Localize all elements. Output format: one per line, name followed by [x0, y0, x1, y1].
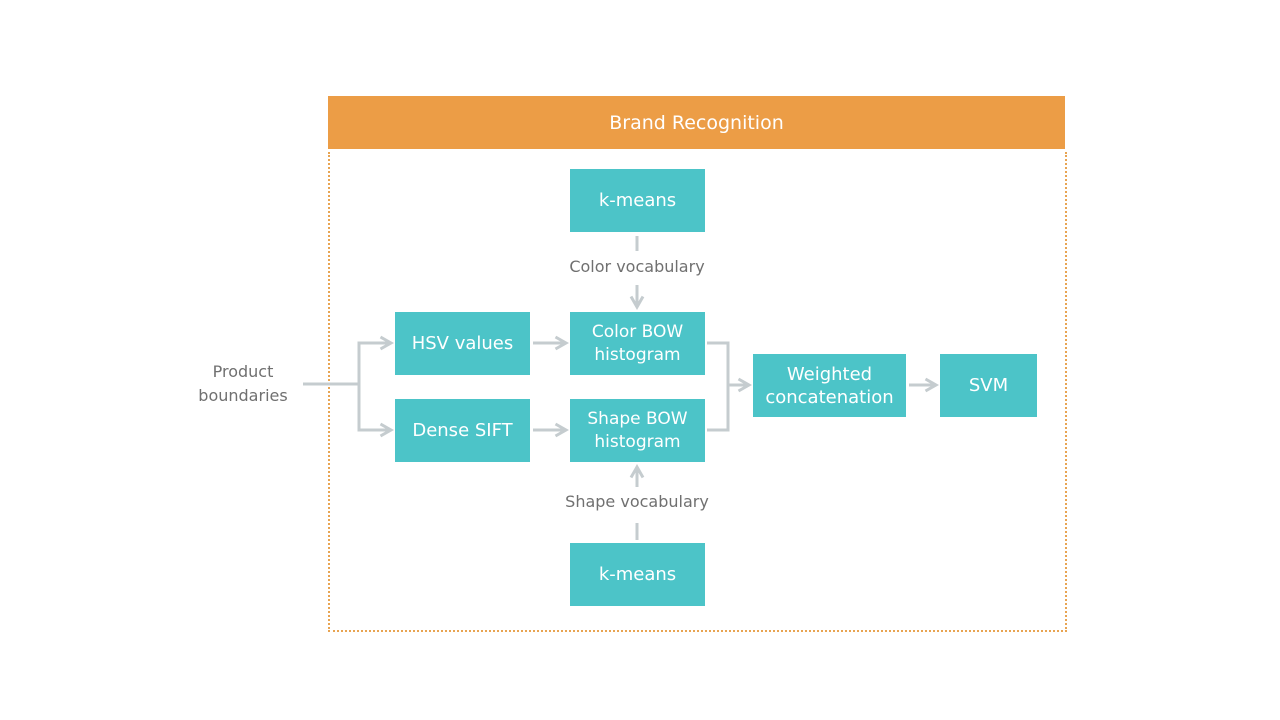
edge-input-to-hsv [357, 335, 395, 384]
svm-box: SVM [940, 354, 1037, 417]
color-vocabulary-label: Color vocabulary [569, 257, 705, 276]
kmeans-bottom-box: k-means [570, 543, 705, 606]
shape-vocabulary-label: Shape vocabulary [565, 492, 709, 511]
hsv-values-box: HSV values [395, 312, 530, 375]
edge-bows-merge [707, 341, 730, 432]
edge-input-to-sift [357, 384, 395, 438]
shape-bow-histogram-box: Shape BOW histogram [570, 399, 705, 462]
dense-sift-box: Dense SIFT [395, 399, 530, 462]
weighted-concatenation-box: Weighted concatenation [753, 354, 906, 417]
kmeans-top-box: k-means [570, 169, 705, 232]
color-bow-histogram-box: Color BOW histogram [570, 312, 705, 375]
input-label: Product boundaries [198, 362, 288, 405]
